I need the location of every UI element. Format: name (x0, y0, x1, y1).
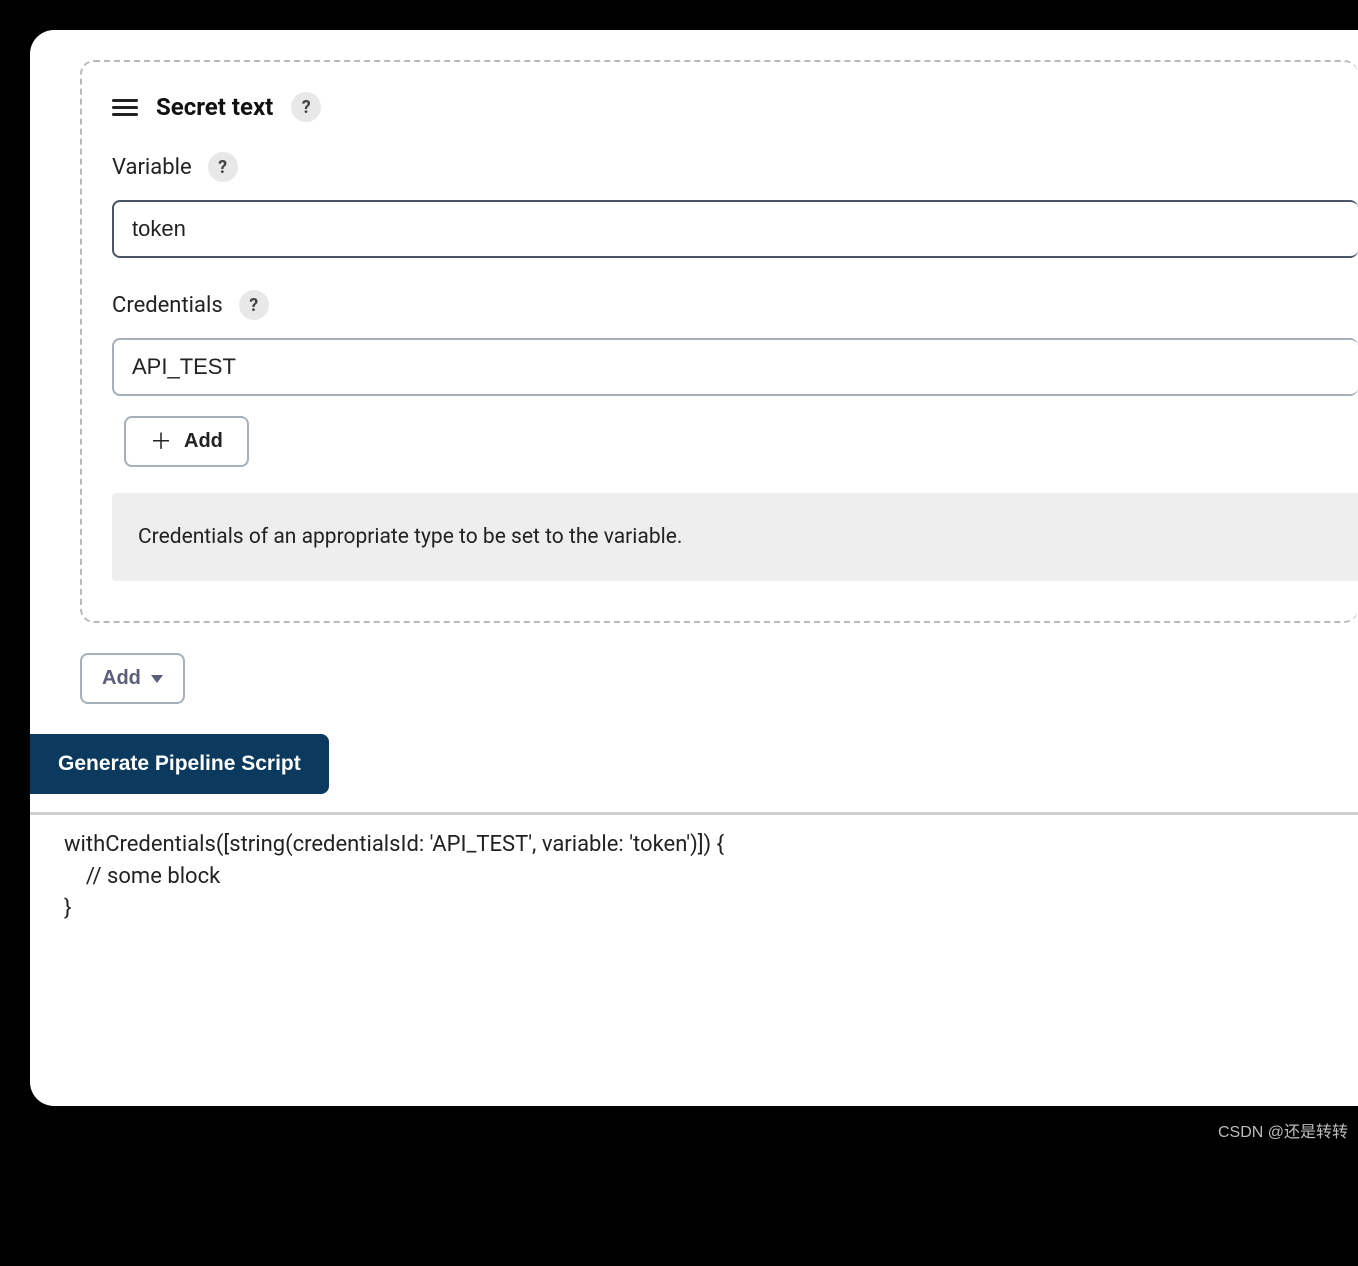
credentials-help-text: Credentials of an appropriate type to be… (112, 493, 1358, 581)
script-output[interactable]: withCredentials([string(credentialsId: '… (30, 812, 1358, 945)
drag-handle-icon[interactable] (112, 99, 138, 116)
help-icon[interactable]: ? (291, 92, 321, 122)
watermark: CSDN @还是转转 (1218, 1118, 1348, 1142)
plus-icon: ＋ (150, 431, 172, 453)
add-credential-button[interactable]: ＋ Add (124, 416, 249, 467)
help-icon[interactable]: ? (239, 290, 269, 320)
credentials-select-wrap (112, 338, 1358, 396)
credentials-select[interactable] (112, 338, 1358, 396)
variable-label-row: Variable ? (112, 152, 1358, 182)
variable-input[interactable] (112, 200, 1358, 258)
config-panel: Secret text ? Variable ? Credentials ? (30, 30, 1358, 1106)
help-icon[interactable]: ? (208, 152, 238, 182)
add-binding-label: Add (102, 667, 141, 690)
section-title: Secret text (156, 93, 273, 121)
caret-down-icon (151, 675, 163, 683)
generate-script-button[interactable]: Generate Pipeline Script (30, 734, 329, 794)
credentials-field: Credentials ? ＋ Add Credentials of an ap… (112, 290, 1358, 581)
add-credential-label: Add (184, 430, 223, 453)
add-binding-button[interactable]: Add (80, 653, 185, 704)
variable-field: Variable ? (112, 152, 1358, 258)
binding-config-box: Secret text ? Variable ? Credentials ? (80, 60, 1358, 623)
section-header: Secret text ? (112, 92, 1358, 122)
variable-label: Variable (112, 155, 192, 180)
credentials-label-row: Credentials ? (112, 290, 1358, 320)
config-area: Secret text ? Variable ? Credentials ? (30, 30, 1358, 734)
credentials-label: Credentials (112, 293, 223, 318)
